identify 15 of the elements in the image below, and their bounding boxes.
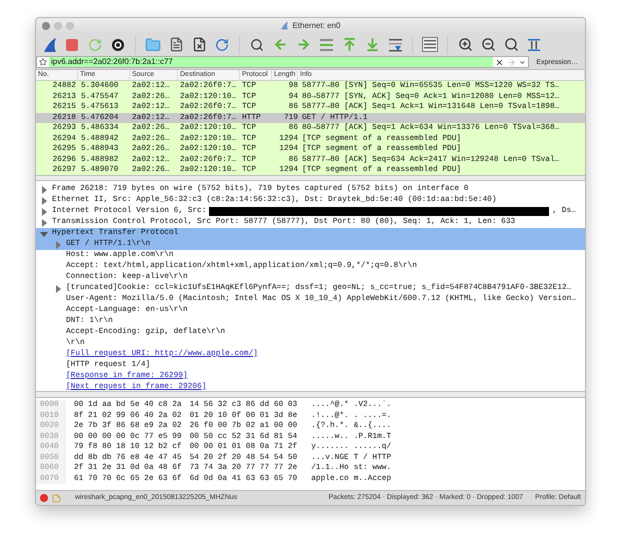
window-title: Ethernet: en0 xyxy=(292,20,341,32)
expander-icon[interactable] xyxy=(40,208,48,216)
filter-text: ipv6.addr==2a02:26f0:7b:2a1::c77 xyxy=(51,56,173,68)
start-capture-icon[interactable] xyxy=(42,36,58,52)
clear-icon[interactable] xyxy=(495,58,504,66)
dropdown-icon[interactable] xyxy=(519,58,526,66)
expert-info-icon[interactable] xyxy=(40,494,48,502)
bookmark-icon[interactable] xyxy=(39,58,47,66)
expander-icon[interactable] xyxy=(54,284,62,292)
expander-icon[interactable] xyxy=(40,186,48,194)
colorize-icon[interactable] xyxy=(421,36,439,54)
shark-fin-icon xyxy=(280,21,290,30)
close-button[interactable] xyxy=(42,22,50,30)
expander-icon[interactable] xyxy=(40,196,48,204)
display-filter-field[interactable]: ipv6.addr==2a02:26f0:7b:2a1::c77 xyxy=(36,56,530,68)
